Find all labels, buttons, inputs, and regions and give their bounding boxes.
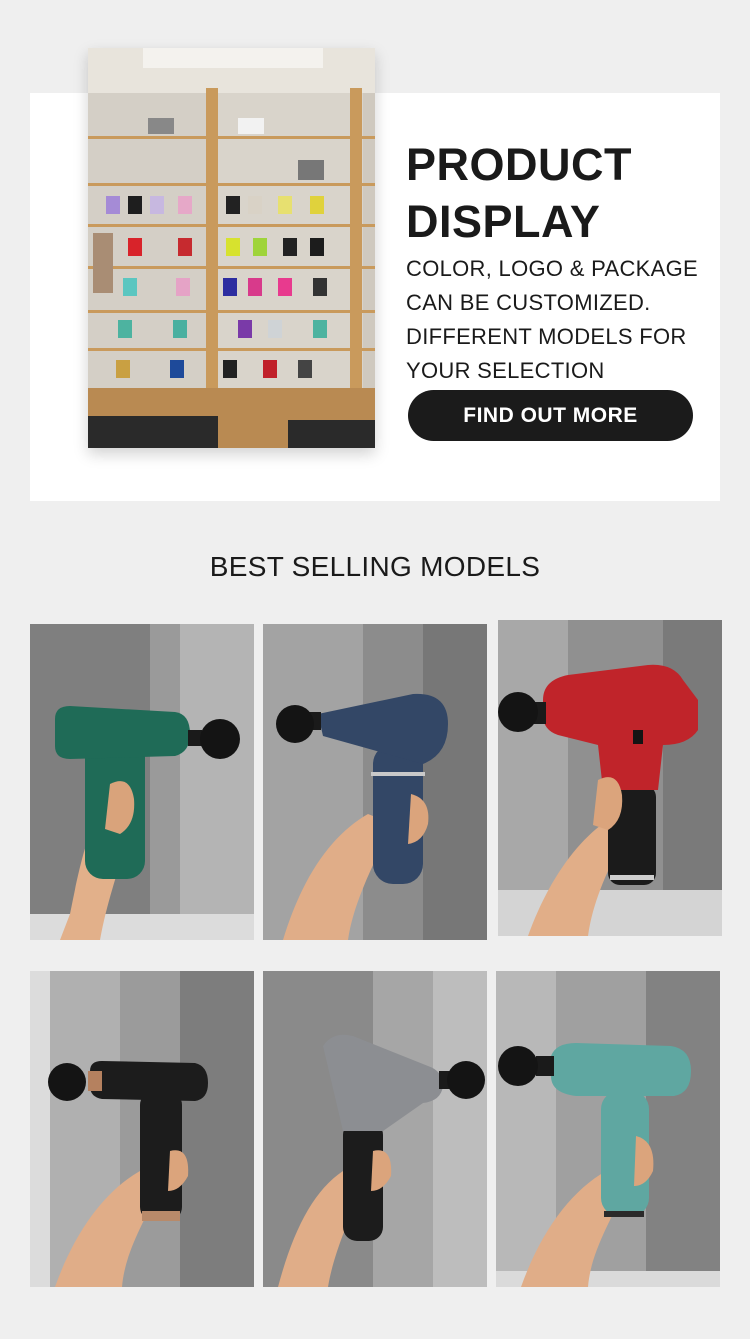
desc-line-1: COLOR, LOGO & PACKAGE bbox=[406, 256, 698, 281]
desc-line-2: CAN BE CUSTOMIZED. bbox=[406, 290, 651, 315]
product-card-red[interactable] bbox=[498, 620, 722, 936]
find-out-more-button[interactable]: FIND OUT MORE bbox=[408, 390, 693, 441]
desc-line-4: YOUR SELECTION bbox=[406, 358, 605, 383]
desc-line-3: DIFFERENT MODELS FOR bbox=[406, 324, 687, 349]
product-card-navy[interactable] bbox=[263, 624, 487, 940]
product-card-silver[interactable] bbox=[263, 971, 487, 1287]
display-description: COLOR, LOGO & PACKAGE CAN BE CUSTOMIZED.… bbox=[406, 252, 706, 388]
product-card-black[interactable] bbox=[30, 971, 254, 1287]
title-line-1: PRODUCT bbox=[406, 139, 632, 190]
showroom-photo bbox=[88, 48, 375, 448]
product-card-green[interactable] bbox=[30, 624, 254, 940]
product-card-mint[interactable] bbox=[496, 971, 720, 1287]
page-title: PRODUCT DISPLAY bbox=[406, 136, 706, 250]
title-line-2: DISPLAY bbox=[406, 196, 601, 247]
best-selling-heading: BEST SELLING MODELS bbox=[209, 551, 541, 582]
